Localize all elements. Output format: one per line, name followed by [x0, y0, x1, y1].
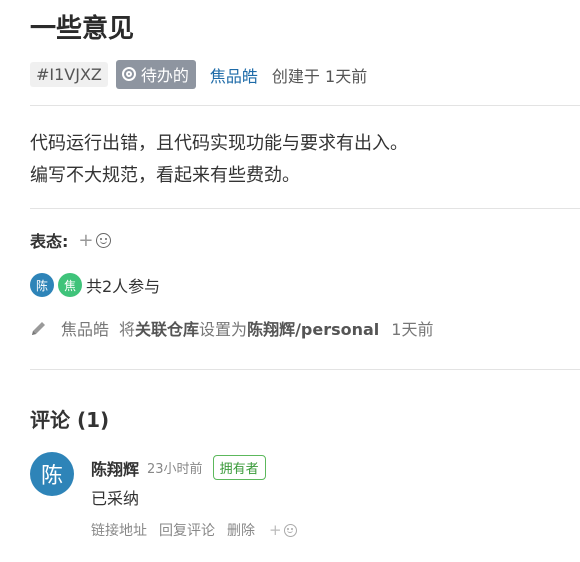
add-reaction-plus[interactable]: + [78, 230, 93, 251]
description-line: 代码运行出错，且代码实现功能与要求有出入。 [30, 133, 408, 154]
comment-actions: 链接地址 回复评论 删除 + [91, 520, 297, 540]
activity-log-item: 焦品皓 将 关联仓库 设置为 陈翔辉/personal 1天前 [30, 316, 433, 340]
reactions-label: 表态: [30, 232, 69, 251]
activity-actor[interactable]: 焦品皓 [61, 316, 109, 340]
issue-id-badge[interactable]: #I1VJXZ [30, 62, 108, 87]
activity-value[interactable]: 陈翔辉/personal [247, 316, 379, 340]
comment-avatar[interactable]: 陈 [30, 452, 74, 496]
smile-icon[interactable] [95, 232, 111, 248]
state-circle-icon [121, 67, 136, 81]
copy-link-button[interactable]: 链接地址 [91, 520, 147, 540]
participants-summary: 共2人参与 [86, 277, 161, 296]
participant-avatar[interactable]: 焦 [58, 273, 82, 297]
description-line: 编写不大规范，看起来有些费劲。 [30, 165, 300, 186]
comments-title: 评论 (1) [30, 408, 110, 432]
divider [30, 208, 580, 209]
activity-verb: 设置为 [199, 320, 248, 339]
issue-title: 一些意见 [30, 14, 135, 44]
issue-author-link[interactable]: 焦品皓 [210, 63, 258, 87]
participant-avatar[interactable]: 陈 [30, 273, 54, 297]
issue-meta: #I1VJXZ 待办的 焦品皓 创建于 1天前 [30, 60, 367, 89]
participants: 陈 焦 共2人参与 [30, 273, 160, 297]
divider [30, 105, 580, 106]
comment-body: 已采纳 [91, 489, 140, 508]
issue-state-label: 待办的 [140, 66, 189, 85]
reply-button[interactable]: 回复评论 [159, 520, 215, 540]
divider [30, 369, 580, 370]
comment-time[interactable]: 23小时前 [147, 458, 203, 477]
delete-button[interactable]: 删除 [227, 520, 255, 540]
pencil-icon [32, 322, 45, 335]
issue-created-time: 创建于 1天前 [271, 66, 368, 86]
issue-description: 代码运行出错，且代码实现功能与要求有出入。 编写不大规范，看起来有些费劲。 [30, 128, 408, 192]
owner-badge: 拥有者 [212, 455, 266, 480]
smile-icon[interactable] [283, 523, 297, 537]
add-reaction-plus[interactable]: + [269, 521, 282, 539]
issue-state-badge[interactable]: 待办的 [115, 60, 196, 89]
activity-verb: 将 [119, 320, 136, 339]
comment-author[interactable]: 陈翔辉 [91, 456, 139, 480]
activity-field: 关联仓库 [135, 320, 200, 339]
activity-time: 1天前 [391, 320, 434, 339]
comment-header: 陈翔辉 23小时前 拥有者 [91, 455, 266, 480]
reactions-bar: 表态: + [30, 228, 111, 252]
